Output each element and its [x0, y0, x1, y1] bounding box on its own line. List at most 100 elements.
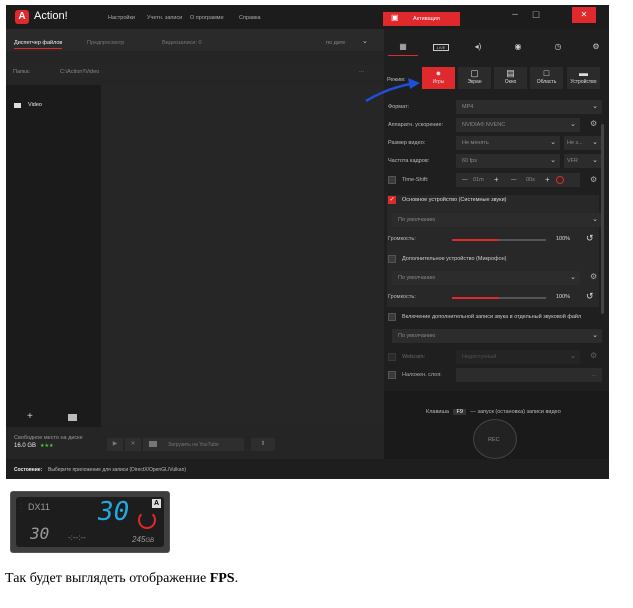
tab-file-manager[interactable]: Диспетчер файлов [14, 40, 63, 49]
volume1-slider[interactable] [452, 239, 546, 241]
separate-audio-select[interactable]: По умолчанию ⌄ [392, 329, 602, 343]
size-row: Размер видео: Не менять ⌄ Не з... ⌄ [384, 135, 602, 151]
mode-window[interactable]: ▤ Окно [494, 67, 527, 89]
size-select[interactable]: Не менять ⌄ [456, 136, 560, 150]
benchmark-icon[interactable]: ◷ [543, 42, 573, 56]
free-space-stars: ★★★ [40, 443, 54, 449]
hw-label: Аппаратн. ускорение: [388, 122, 444, 128]
overlay-checkbox[interactable] [388, 371, 396, 379]
live-icon[interactable]: LIVE [426, 42, 456, 56]
webcam-checkbox[interactable] [388, 353, 396, 361]
extra-device-label: Дополнительное устройство (Микрофон) [402, 256, 507, 262]
fps-select[interactable]: 60 fps ⌄ [456, 154, 560, 168]
film-icon[interactable]: ▦ [388, 42, 418, 56]
format-label: Формат: [388, 104, 410, 110]
osd-timer: -:--:-- [68, 533, 86, 542]
size-select-2[interactable]: Не з... ⌄ [564, 136, 602, 150]
chevron-down-icon[interactable]: ⌄ [362, 37, 368, 45]
osd-logo: A [152, 499, 161, 508]
main-device-checkbox[interactable]: ✓ [388, 196, 396, 204]
tree-item-video[interactable]: Video [28, 102, 42, 108]
delete-icon[interactable]: ✕ [125, 438, 141, 451]
timeshift-sec-plus[interactable]: + [545, 175, 550, 184]
osd-fps-small: 30 [30, 524, 50, 543]
size-label: Размер видео: [388, 140, 426, 146]
add-icon[interactable]: + [27, 411, 33, 422]
gear-icon[interactable]: ⚙ [581, 42, 609, 56]
volume2-slider[interactable] [452, 297, 546, 299]
app-logo: A [15, 10, 29, 24]
browse-folder-button[interactable]: ... [359, 68, 364, 74]
extra-device-row: Дополнительное устройство (Микрофон) [384, 251, 602, 267]
webcam-row: Webcam: Недоступный ⌄ ⚙ [384, 349, 602, 365]
osd-record-ring-icon [138, 511, 156, 529]
hotkey-hint: Клавиша F9 — запуск (остановка) записи в… [426, 409, 561, 415]
right-panel: ▦ LIVE ◂) ◉ ◷ ⚙ Режим: ● Игры ▢ Экран ▤ Окн… [365, 29, 609, 459]
overlay-select[interactable]: ... [456, 368, 602, 382]
rec-label: REC [488, 437, 500, 443]
volume1-reset-icon[interactable]: ↺ [586, 233, 594, 244]
menu-accounts[interactable]: Учетн. записи [147, 15, 182, 21]
free-space-label: Свободное место на диске [14, 435, 83, 441]
play-icon[interactable]: ▶ [107, 438, 123, 451]
mode-device[interactable]: ▬ Устройство [567, 67, 600, 89]
activate-button[interactable]: ▣ Активация [383, 12, 460, 26]
timeshift-min-minus[interactable]: — [462, 177, 468, 183]
rec-button[interactable]: REC [473, 419, 517, 459]
main-device-select[interactable]: По умолчанию ⌄ [392, 213, 602, 227]
mode-games[interactable]: ● Игры [422, 67, 455, 89]
extra-device-gear-icon[interactable]: ⚙ [590, 272, 597, 281]
volume2-label: Громкость: [388, 294, 416, 300]
minimize-icon[interactable]: – [508, 7, 522, 23]
youtube-icon [149, 441, 157, 447]
mode-area[interactable]: □ Область [530, 67, 563, 89]
separate-audio-row: Включение дополнительной записи звука в … [384, 309, 602, 325]
webcam-gear-icon[interactable]: ⚙ [590, 351, 597, 360]
timeshift-checkbox[interactable] [388, 176, 396, 184]
hw-select[interactable]: NVIDIA® NVENC ⌄ [456, 118, 580, 132]
format-select[interactable]: MP4 ⌄ [456, 100, 602, 114]
close-icon[interactable]: ✕ [572, 7, 596, 23]
timeshift-gear-icon[interactable]: ⚙ [590, 175, 597, 184]
sort-select[interactable]: по дате [326, 40, 345, 46]
free-space-value: 16.0 GB [14, 443, 37, 449]
menu-about[interactable]: О программе [190, 15, 224, 21]
timeshift-sec-minus[interactable]: — [511, 177, 517, 183]
menu-settings[interactable]: Настройки [108, 15, 135, 21]
timeshift-min-plus[interactable]: + [494, 175, 499, 184]
timeshift-seconds[interactable]: 00s [526, 177, 535, 183]
folder-path[interactable]: C:\Action!\Video [60, 69, 99, 75]
extra-device-select[interactable]: По умолчанию ⌄ [392, 271, 580, 285]
mode-screen[interactable]: ▢ Экран [458, 67, 491, 89]
timeshift-toggle-icon[interactable] [556, 176, 564, 184]
separate-audio-checkbox[interactable] [388, 313, 396, 321]
folder-label: Папка: [13, 69, 31, 75]
hw-row: Аппаратн. ускорение: NVIDIA® NVENC ⌄ ⚙ [384, 117, 602, 133]
hotkey-key: F9 [453, 409, 466, 415]
extra-device-checkbox[interactable] [388, 255, 396, 263]
screen-icon: ▢ [470, 68, 479, 78]
volume2-reset-icon[interactable]: ↺ [586, 291, 594, 302]
camera-icon[interactable]: ◉ [503, 42, 533, 56]
format-row: Формат: MP4 ⌄ [384, 99, 602, 115]
folder-icon [14, 103, 21, 108]
vfr-select[interactable]: VFR ⌄ [564, 154, 602, 168]
volume1-label: Громкость: [388, 236, 416, 242]
sound-icon[interactable]: ◂) [463, 42, 493, 56]
folder-tree [6, 85, 101, 425]
volume1-row: Громкость: 100% ↺ [384, 231, 602, 247]
caption: Так будет выглядеть отображение FPS. [5, 571, 239, 586]
upload-icon[interactable]: ⬆ [251, 438, 275, 451]
youtube-upload-button[interactable]: Загрузить на YouTube [143, 438, 244, 451]
fps-row: Частота кадров: 60 fps ⌄ VFR ⌄ [384, 153, 602, 169]
action-app-window: A Action! Настройки Учетн. записи О прог… [6, 5, 609, 479]
maximize-icon[interactable]: ☐ [529, 7, 543, 23]
tab-preview[interactable]: Предпросмотр [87, 40, 124, 46]
timeshift-minutes[interactable]: 01m [473, 177, 484, 183]
webcam-select[interactable]: Недоступный ⌄ [456, 350, 580, 364]
menu-help[interactable]: Справка [239, 15, 261, 21]
hw-settings-gear-icon[interactable]: ⚙ [590, 119, 597, 128]
status-bar: Состояние: Выберите приложение для запис… [6, 459, 609, 479]
scrollbar[interactable] [601, 124, 604, 314]
folder-open-icon[interactable] [68, 414, 77, 421]
